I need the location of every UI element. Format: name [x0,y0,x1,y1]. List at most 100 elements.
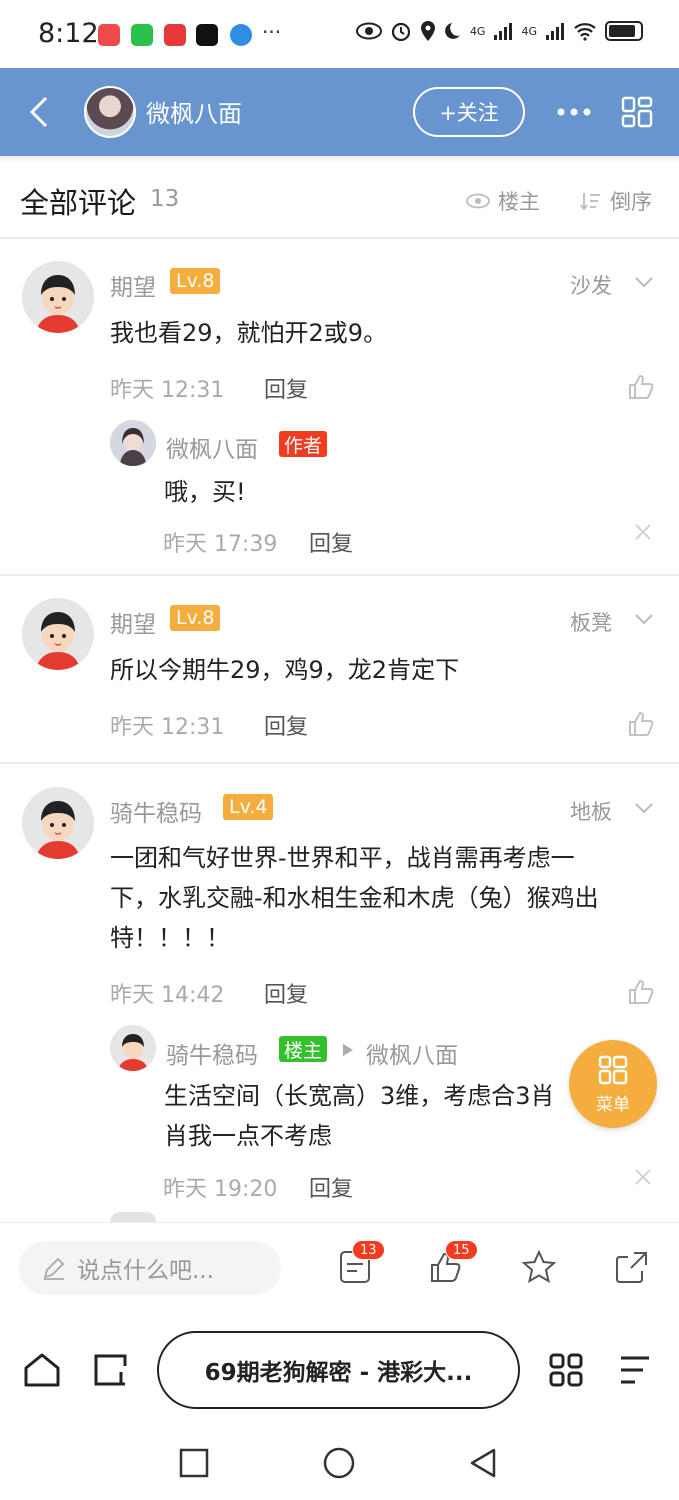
reply-time: 昨天 19:20 [163,1177,278,1202]
page-title: 69期老狗解密 - 港彩大... [204,1360,473,1386]
battery-icon [605,21,643,41]
reply-button[interactable]: 回复 [264,372,308,404]
sort-icon [580,193,600,211]
comment-text-line: 下，水乳交融-和水相生金和木虎（兔）猴鸡出 [110,884,599,912]
comment-input-bar: 说点什么吧... 13 15 [0,1222,679,1314]
system-nav-bar [0,1424,679,1500]
more-dots-icon[interactable] [556,100,592,124]
hamburger-menu-icon[interactable] [617,1354,653,1386]
status-time: 8:12 [38,18,99,49]
comment-text-line: 特！！！！ [110,924,230,952]
home-icon[interactable] [23,1352,61,1388]
commenter-avatar[interactable] [22,787,94,859]
wifi-icon [574,23,596,41]
comment-text: 我也看29，就怕开2或9。 [110,319,388,347]
comment-time: 昨天 14:42 [110,983,225,1008]
louzhu-label: 楼主 [498,190,540,214]
level-badge: Lv.4 [223,794,274,820]
chevron-down-icon[interactable] [634,613,654,625]
mail-app-icon [98,24,120,46]
author-name[interactable]: 微枫八面 [146,94,242,129]
reply-avatar[interactable] [110,420,156,466]
comment-text-line: 一团和气好世界-世界和平，战肖需再考虑一 [110,844,575,872]
cartoon-avatar-icon [22,787,94,859]
chevron-down-icon[interactable] [634,276,654,288]
reply-text: 哦，买! [164,478,246,506]
comment-text: 所以今期牛29，鸡9，龙2肯定下 [110,656,460,684]
comment-time: 昨天 12:31 [110,715,225,740]
address-bar[interactable]: 69期老狗解密 - 港彩大... [157,1331,520,1409]
floor-label: 地板 [570,800,612,824]
browser-toolbar: 69期老狗解密 - 港彩大... [0,1314,679,1424]
tabs-icon[interactable] [92,1352,130,1388]
reply-text-line: 肖我一点不考虑 [164,1122,332,1150]
share-icon[interactable] [614,1249,650,1285]
chevron-down-icon[interactable] [634,802,654,814]
filter-louzhu-button[interactable]: 楼主 [466,186,540,216]
reply-button[interactable]: 回复 [264,977,308,1009]
chevron-left-icon[interactable] [26,94,54,130]
net-type-1: 4G [469,24,486,38]
recent-apps-icon[interactable] [179,1448,209,1478]
reply-to-name[interactable]: 微枫八面 [366,1036,458,1070]
back-triangle-icon[interactable] [468,1447,498,1479]
order-label: 倒序 [610,190,652,214]
reply-author-name[interactable]: 骑牛稳码 [166,1036,258,1070]
all-comments-title: 全部评论 [20,186,137,220]
commenter-avatar[interactable] [22,261,94,333]
next-reply-avatar [110,1212,156,1222]
divider [0,762,679,764]
level-badge: Lv.8 [170,268,221,294]
comment-text: 一团和气好世界-世界和平，战肖需再考虑一 下，水乳交融-和水相生金和木虎（兔）猴… [110,838,660,958]
close-icon[interactable] [634,1168,652,1186]
wechat-icon [131,24,153,46]
signal-icon-2 [546,23,564,40]
status-right: 4G 4G [355,20,643,42]
commenter-name[interactable]: 期望 [110,268,156,302]
star-icon[interactable] [521,1249,557,1285]
louzhu-tag: 楼主 [279,1036,328,1062]
comment-input[interactable]: 说点什么吧... [19,1241,281,1295]
commenter-avatar[interactable] [22,598,94,670]
reply-button[interactable]: 回复 [309,1171,353,1203]
reply-text-line: 生活空间（长宽高）3维，考虑合3肖 [164,1082,555,1110]
notes-app-icon [164,24,186,46]
menu-fab-label: 菜单 [596,1095,630,1115]
menu-grid-icon [598,1055,628,1085]
eye-icon [355,22,382,40]
reply-button[interactable]: 回复 [309,526,353,558]
home-circle-icon[interactable] [323,1447,355,1479]
follow-button[interactable]: +关注 [413,87,525,137]
comment-input-placeholder: 说点什么吧... [77,1258,214,1284]
divider [0,237,679,239]
top-header: 微枫八面 +关注 [0,68,679,156]
commenter-name[interactable]: 骑牛稳码 [110,794,202,828]
reply-button[interactable]: 回复 [264,709,308,741]
net-type-2: 4G [521,24,537,38]
reply-text: 生活空间（长宽高）3维，考虑合3肖 肖我一点不考虑 [164,1076,594,1156]
reply-avatar[interactable] [110,1025,156,1071]
commenter-name[interactable]: 期望 [110,605,156,639]
thumbs-up-icon[interactable] [627,373,655,401]
comment-time: 昨天 12:31 [110,378,225,403]
comments-count: 13 [150,186,180,212]
cartoon-avatar-icon [22,598,94,670]
floor-label: 板凳 [570,611,612,635]
thumbs-up-icon[interactable] [627,710,655,738]
close-icon[interactable] [634,523,652,541]
apps-grid-icon[interactable] [548,1352,584,1388]
author-avatar-icon [110,420,156,466]
sort-order-button[interactable]: 倒序 [580,186,652,216]
status-bar: 8:12 ··· 4G 4G [0,0,679,68]
eye-icon [466,193,490,209]
divider [0,574,679,576]
menu-fab-button[interactable]: 菜单 [569,1040,657,1128]
reply-author-name[interactable]: 微枫八面 [166,430,258,464]
alarm-icon [391,22,411,42]
reply-time: 昨天 17:39 [163,532,278,557]
author-avatar[interactable] [84,86,136,138]
thumbs-up-icon[interactable] [627,978,655,1006]
cartoon-avatar-icon [110,1025,156,1071]
grid-icon[interactable] [621,96,653,128]
author-tag: 作者 [279,431,328,457]
